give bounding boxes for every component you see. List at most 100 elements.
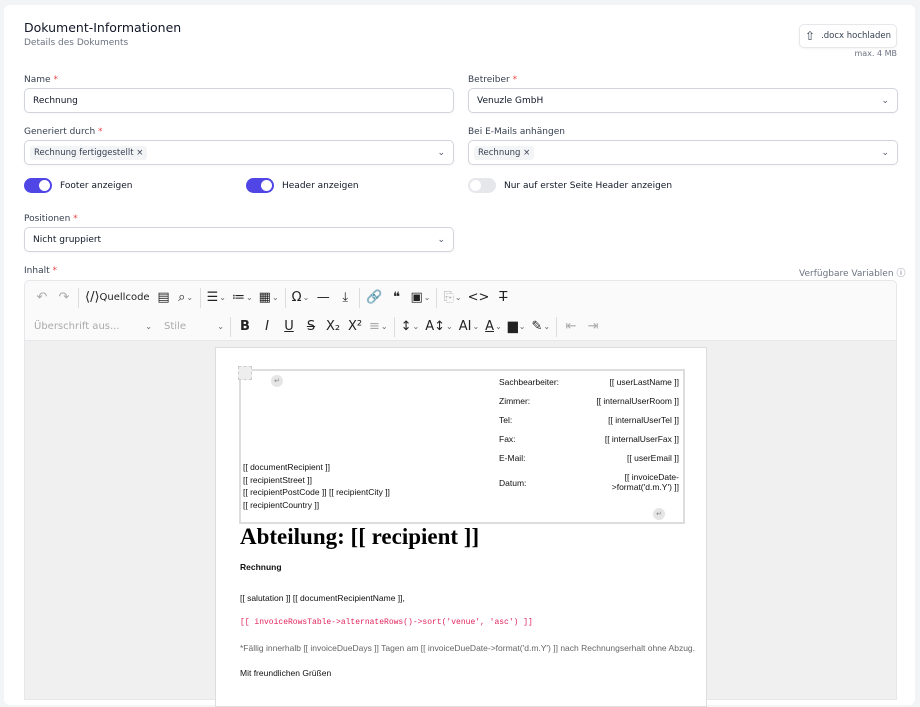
chip: Rechnung × <box>474 145 535 160</box>
info-row: Sachbearbeiter: [[ userLastName ]] <box>499 377 679 387</box>
address-line: [[ recipientStreet ]] <box>243 474 312 485</box>
address-line: [[ recipientCountry ]] <box>243 499 320 510</box>
subscript-button[interactable]: X₂ <box>322 316 344 338</box>
upload-docx-button[interactable]: ⇧ .docx hochladen <box>799 24 897 48</box>
page-subtitle: Details des Dokuments <box>24 38 129 48</box>
superscript-button[interactable]: X² <box>344 316 366 338</box>
redo-button[interactable]: ↷ <box>53 287 75 309</box>
clear-format-button[interactable]: T̶ <box>492 287 514 309</box>
editor-toolbar: ↶ ↷ ⟨/⟩ Quellcode ▤ ⌕ ⌄ ☰ ⌄ ≔ ⌄ ▦ ⌄ Ω ⌄ — ⤓ 🔗 ❝ ▣ ⌄ ⎘ ⌄ <> T̶ Üb… <box>24 280 897 340</box>
code-icon: <> <box>467 290 490 305</box>
indent-button[interactable]: ⇥ <box>582 316 604 338</box>
info-value: [[ internalUserFax ]] <box>604 434 679 444</box>
document-subject: Rechnung <box>240 562 282 572</box>
page-break-button[interactable]: ⤓ <box>334 287 356 309</box>
chevron-down-icon: ⌄ <box>472 322 480 331</box>
font-family-icon: AI <box>458 319 472 334</box>
salutation: [[ salutation ]] [[ documentRecipientNam… <box>240 593 405 603</box>
generiert-select[interactable]: Rechnung fertiggestellt × ⌄ <box>24 140 454 165</box>
font-family-button[interactable]: AI ⌄ <box>456 316 482 338</box>
line-height-button[interactable]: ↕ ⌄ <box>398 316 423 338</box>
strikethrough-button[interactable]: S <box>300 316 322 338</box>
image-button[interactable]: ▣ ⌄ <box>407 287 433 309</box>
source-code-icon: ⟨/⟩ <box>85 290 100 305</box>
font-color-icon: A <box>485 319 495 334</box>
underline-button[interactable]: U <box>278 316 300 338</box>
chevron-down-icon: ⌄ <box>446 322 453 331</box>
info-key: Sachbearbeiter: <box>499 377 560 387</box>
highlight-button[interactable]: ✎ ⌄ <box>528 316 553 338</box>
align-button[interactable]: ≡ ⌄ <box>366 316 391 338</box>
info-key: Fax: <box>499 434 516 444</box>
email-attach-select[interactable]: Rechnung × ⌄ <box>468 140 898 165</box>
positionen-label: Positionen * <box>24 214 78 224</box>
footer-toggle[interactable] <box>24 178 52 193</box>
address-line: [[ recipientPostCode ]] [[ recipientCity… <box>243 487 390 497</box>
chevron-down-icon: ⌄ <box>380 322 388 331</box>
name-input[interactable]: Rechnung <box>24 88 454 113</box>
betreiber-label: Betreiber * <box>468 75 518 85</box>
info-value: [[ internalUserTel ]] <box>608 415 679 425</box>
editor-area[interactable]: ↵ ↵ [[ documentRecipient ]] [[ recipientS… <box>24 340 897 707</box>
page-title: Dokument-Informationen <box>24 20 182 35</box>
closing: Mit freundlichen Grüßen <box>240 668 332 678</box>
numbered-list-icon: ≔ <box>231 290 245 305</box>
numbered-list-button[interactable]: ≔ ⌄ <box>229 287 256 309</box>
styles-select[interactable]: Stile ⌄ <box>161 316 227 338</box>
variables-link[interactable]: Verfügbare Variablen ⓘ <box>799 266 905 279</box>
find-replace-icon: ⌕ <box>178 290 186 305</box>
background-color-button[interactable]: ▆ ⌄ <box>505 316 529 338</box>
outdent-button[interactable]: ⇤ <box>560 316 582 338</box>
document-page[interactable]: ↵ ↵ [[ documentRecipient ]] [[ recipientS… <box>215 347 707 707</box>
remove-chip-icon[interactable]: × <box>523 148 530 158</box>
horizontal-line-button[interactable]: — <box>312 287 334 309</box>
underline-icon: U <box>284 319 294 334</box>
clear-format-icon: T̶ <box>499 290 508 305</box>
positionen-select[interactable]: Nicht gruppiert ⌄ <box>24 227 454 252</box>
chevron-down-icon: ⌄ <box>219 293 226 302</box>
find-replace-button[interactable]: ⌕ ⌄ <box>175 287 197 309</box>
italic-icon: I <box>265 319 269 334</box>
code-button[interactable]: <> <box>465 287 493 309</box>
italic-button[interactable]: I <box>256 316 278 338</box>
info-key: Tel: <box>499 415 513 425</box>
background-color-icon: ▆ <box>507 319 518 334</box>
toolbar-separator <box>436 287 438 308</box>
template-button[interactable]: ⎘ ⌄ <box>440 287 464 309</box>
horizontal-line-icon: — <box>316 290 330 305</box>
first-page-header-toggle[interactable] <box>468 178 496 193</box>
font-size-button[interactable]: A↕ ⌄ <box>422 316 456 338</box>
select-all-icon: ▤ <box>157 290 170 305</box>
info-row: Datum: [[ invoiceDate->format('d.m.Y') ]] <box>499 472 679 492</box>
link-button[interactable]: 🔗 <box>363 287 385 309</box>
template-icon: ⎘ <box>443 290 454 305</box>
info-row: Zimmer: [[ internalUserRoom ]] <box>499 396 679 406</box>
return-icon: ↵ <box>653 508 665 520</box>
blockquote-button[interactable]: ❝ <box>385 287 407 309</box>
upload-icon: ⇧ <box>805 29 816 43</box>
chevron-down-icon: ⌄ <box>437 147 445 158</box>
superscript-icon: X² <box>347 319 363 334</box>
special-char-button[interactable]: Ω ⌄ <box>289 287 313 309</box>
select-all-button[interactable]: ▤ <box>153 287 175 309</box>
info-row: Tel: [[ internalUserTel ]] <box>499 415 679 425</box>
chevron-down-icon: ⌄ <box>186 293 194 302</box>
source-code-button[interactable]: ⟨/⟩ Quellcode <box>82 287 153 309</box>
bullet-list-button[interactable]: ☰ ⌄ <box>204 287 229 309</box>
bold-button[interactable]: B <box>234 316 256 338</box>
undo-button[interactable]: ↶ <box>31 287 53 309</box>
font-color-button[interactable]: A ⌄ <box>482 316 505 338</box>
betreiber-select[interactable]: Venuzle GmbH ⌄ <box>468 88 898 113</box>
toolbar-separator <box>230 316 231 337</box>
header-toggle[interactable] <box>246 178 274 193</box>
heading-select[interactable]: Überschrift aus... ⌄ <box>31 316 155 338</box>
indent-icon: ⇥ <box>587 319 599 334</box>
header-toggle-row: Header anzeigen <box>246 178 359 193</box>
info-value: [[ userLastName ]] <box>609 377 679 387</box>
info-row: Fax: [[ internalUserFax ]] <box>499 434 679 444</box>
table-handle-icon[interactable] <box>238 366 252 380</box>
special-char-icon: Ω <box>291 290 302 305</box>
table-button[interactable]: ▦ ⌄ <box>256 287 282 309</box>
subscript-icon: X₂ <box>325 319 341 334</box>
remove-chip-icon[interactable]: × <box>136 148 143 158</box>
